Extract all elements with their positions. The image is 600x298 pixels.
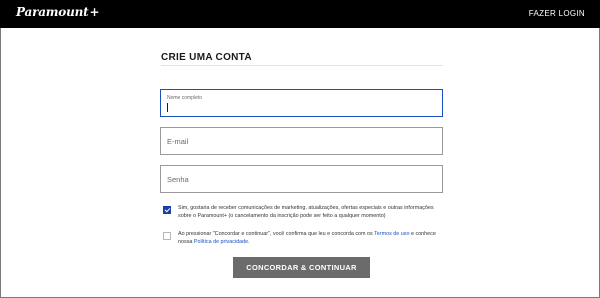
full-name-field[interactable]: Nome completo <box>160 89 443 117</box>
logo-text: Paramount <box>16 5 89 19</box>
agree-continue-button[interactable]: CONCORDAR & CONTINUAR <box>233 257 370 278</box>
text-caret <box>167 103 168 112</box>
login-link[interactable]: FAZER LOGIN <box>529 9 585 18</box>
password-placeholder: Senha <box>167 175 189 184</box>
password-field[interactable]: Senha <box>160 165 443 193</box>
marketing-consent-checkbox[interactable] <box>163 206 171 214</box>
title-divider <box>161 65 443 66</box>
top-navigation-bar: Paramount+ FAZER LOGIN <box>0 0 600 28</box>
terms-text-part3: . <box>248 239 250 245</box>
email-placeholder: E-mail <box>167 137 189 146</box>
full-name-label: Nome completo <box>167 95 203 101</box>
email-field[interactable]: E-mail <box>160 127 443 155</box>
terms-text-part1: Ao pressionar "Concordar e continuar", v… <box>178 231 375 237</box>
terms-consent-checkbox[interactable] <box>163 232 171 240</box>
terms-of-use-link[interactable]: Termos de uso <box>374 231 409 237</box>
marketing-consent-text: Sim, gostaria de receber comunicações de… <box>178 205 434 219</box>
terms-consent-text: Ao pressionar "Concordar e continuar", v… <box>178 230 448 246</box>
privacy-policy-link[interactable]: Política de privacidade <box>194 239 248 245</box>
logo-plus: + <box>89 5 100 19</box>
page-title: CRIE UMA CONTA <box>161 52 252 63</box>
paramount-plus-logo[interactable]: Paramount+ <box>16 5 100 19</box>
